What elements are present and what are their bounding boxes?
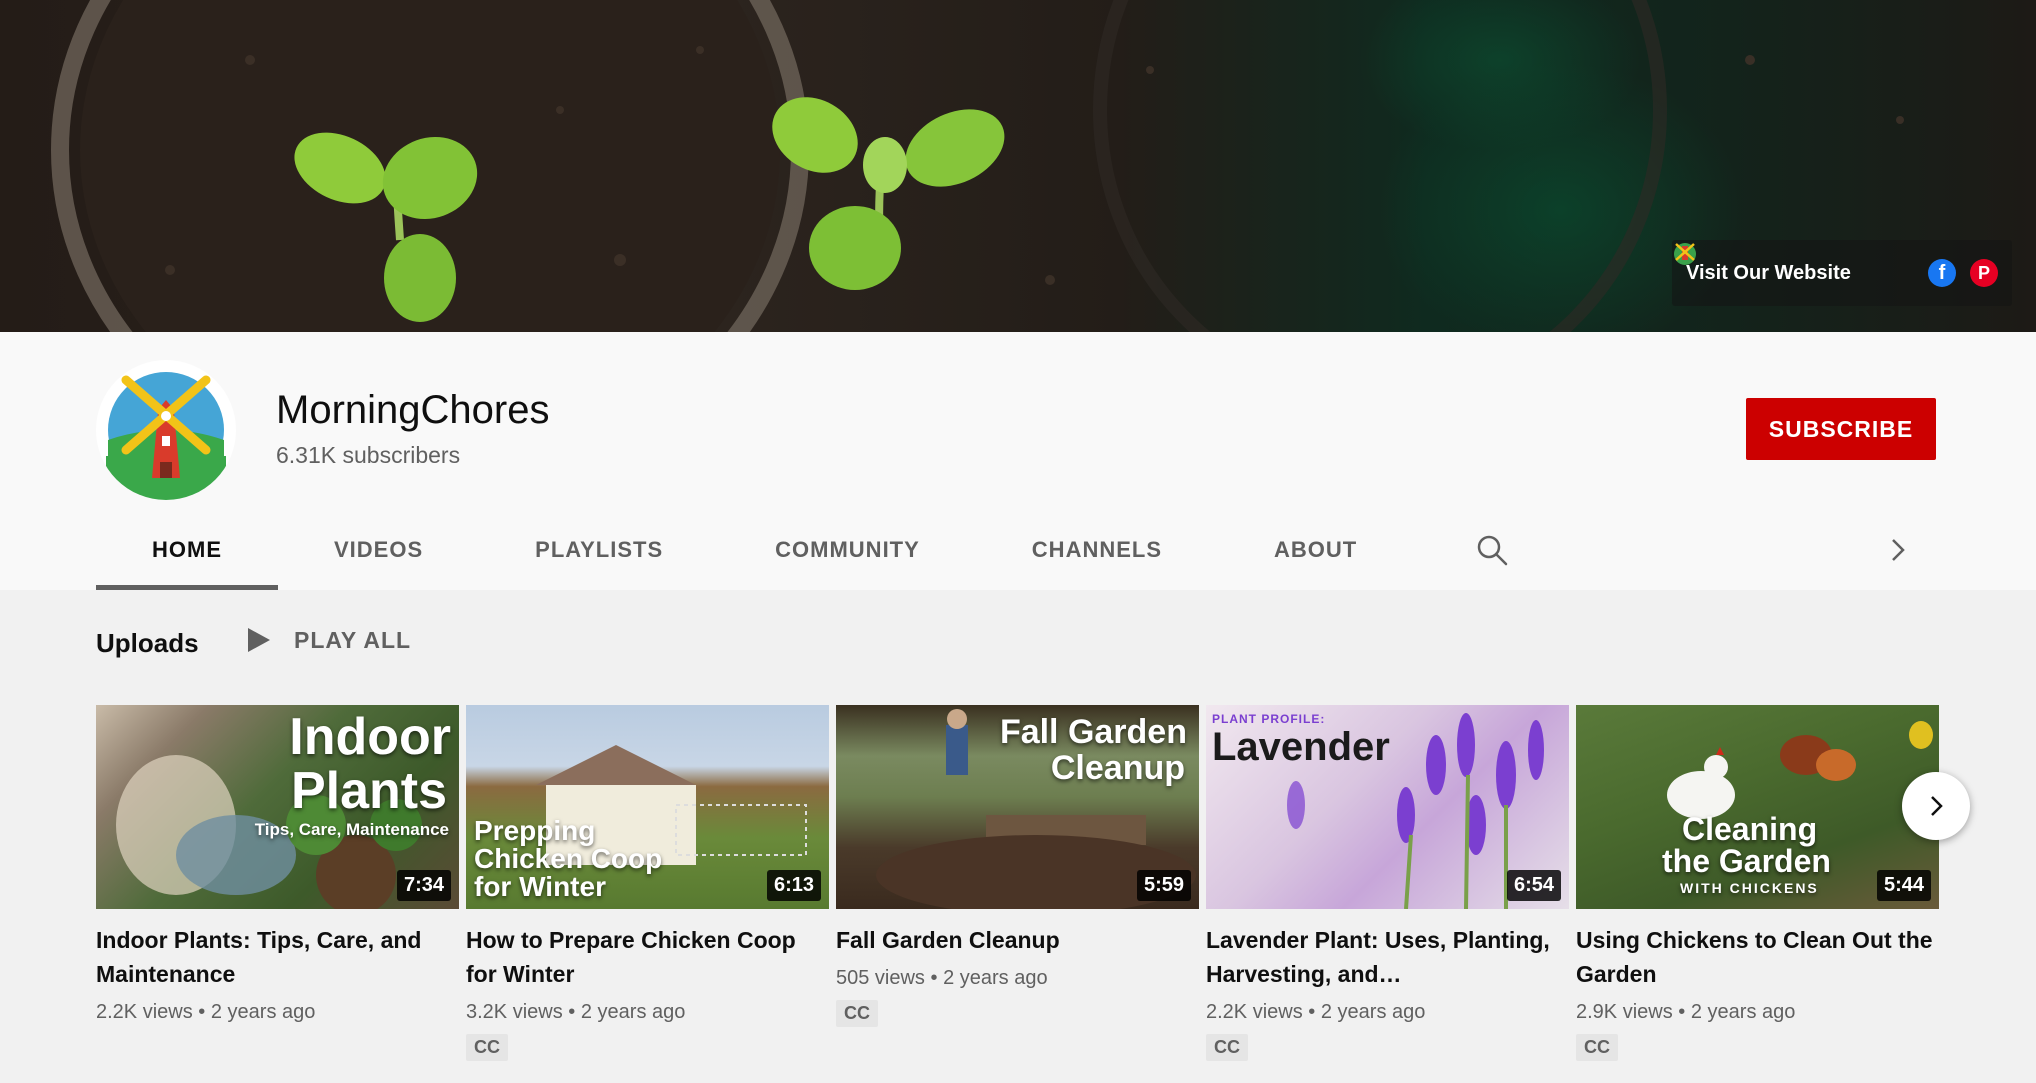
meta-separator: •	[930, 967, 938, 989]
cc-badge: CC	[836, 1000, 878, 1027]
thumbnail-title-line1: Fall Garden	[999, 713, 1187, 751]
channel-name: MorningChores	[276, 388, 550, 432]
meta-separator: •	[568, 1001, 576, 1023]
subscriber-count: 6.31K subscribers	[276, 442, 461, 468]
search-icon[interactable]	[1474, 532, 1510, 568]
cc-badge: CC	[1206, 1034, 1248, 1061]
thumbnail-title-line3: for Winter	[474, 871, 606, 902]
thumbnail-title-line1: Indoor	[289, 708, 451, 766]
thumbnail-title-line2: the Garden	[1662, 843, 1831, 879]
tab-playlists[interactable]: PLAYLISTS	[479, 510, 719, 590]
visit-website-label: Visit Our Website	[1686, 261, 1851, 284]
video-meta: 2.2K views • 2 years ago	[96, 1001, 459, 1024]
shelf-title: Uploads	[96, 628, 199, 658]
pinterest-icon[interactable]: P	[1970, 259, 1998, 287]
channel-header: MorningChores 6.31K subscribers SUBSCRIB…	[0, 332, 2036, 590]
website-favicon-icon	[1674, 243, 1696, 265]
tab-channels[interactable]: CHANNELS	[976, 510, 1218, 590]
video-title[interactable]: Lavender Plant: Uses, Planting, Harvesti…	[1206, 923, 1569, 991]
channel-avatar[interactable]	[96, 360, 236, 500]
thumbnail-title-line1: Cleaning	[1682, 811, 1818, 847]
video-meta: 2.9K views • 2 years ago	[1576, 1001, 1939, 1024]
cc-badge: CC	[1576, 1034, 1618, 1061]
facebook-icon[interactable]: f	[1928, 259, 1956, 287]
tab-community[interactable]: COMMUNITY	[719, 510, 976, 590]
video-duration: 6:13	[766, 870, 821, 901]
video-shelf: Indoor Plants Tips, Care, Maintenance 7:…	[96, 705, 1939, 1061]
play-icon	[248, 628, 270, 652]
meta-separator: •	[1308, 1001, 1316, 1023]
view-count: 3.2K views	[466, 1001, 563, 1023]
channel-banner: Visit Our Website f P	[0, 0, 2036, 332]
thumbnail-title-line1: Prepping	[474, 815, 596, 846]
video-duration: 6:54	[1506, 870, 1561, 901]
video-thumbnail[interactable]: Indoor Plants Tips, Care, Maintenance 7:…	[96, 705, 459, 909]
thumbnail-title: Lavender	[1212, 725, 1390, 769]
banner-links: Visit Our Website f P	[1672, 240, 2012, 306]
view-count: 2.9K views	[1576, 1001, 1673, 1023]
video-title[interactable]: Fall Garden Cleanup	[836, 923, 1199, 957]
upload-age: 2 years ago	[943, 967, 1048, 989]
visit-website-link[interactable]: Visit Our Website	[1674, 243, 1914, 285]
thumbnail-title-line2: Cleanup	[1050, 749, 1185, 787]
video-card: Fall Garden Cleanup 5:59 Fall Garden Cle…	[836, 705, 1199, 1061]
shelf-next-button[interactable]	[1902, 772, 1970, 840]
home-content: Uploads PLAY ALL Indoor Plants Tips, Car…	[0, 590, 2036, 1083]
tab-videos[interactable]: VIDEOS	[278, 510, 479, 590]
video-meta: 3.2K views • 2 years ago	[466, 1001, 829, 1024]
upload-age: 2 years ago	[1690, 1001, 1796, 1023]
thumbnail-title-line2: Plants	[290, 762, 447, 820]
cc-badge: CC	[466, 1034, 508, 1061]
windmill-logo-icon	[106, 372, 226, 500]
subscribe-button[interactable]: SUBSCRIBE	[1746, 398, 1936, 460]
chevron-right-icon	[1931, 796, 1943, 816]
video-card: PLANT PROFILE: Lavender 6:54 Lavender Pl…	[1206, 705, 1569, 1061]
thumbnail-title-line2: Chicken Coop	[474, 843, 663, 874]
play-all-label: PLAY ALL	[294, 626, 412, 653]
tab-home[interactable]: HOME	[96, 510, 278, 590]
video-meta: 505 views • 2 years ago	[836, 967, 1199, 990]
channel-tabs: HOME VIDEOS PLAYLISTS COMMUNITY CHANNELS…	[96, 510, 1413, 590]
video-card: Indoor Plants Tips, Care, Maintenance 7:…	[96, 705, 459, 1061]
video-title[interactable]: How to Prepare Chicken Coop for Winter	[466, 923, 829, 991]
meta-separator: •	[198, 1001, 206, 1023]
video-thumbnail[interactable]: Fall Garden Cleanup 5:59	[836, 705, 1199, 909]
thumbnail-subtitle: PLANT PROFILE:	[1212, 712, 1326, 726]
thumbnail-subtitle: WITH CHICKENS	[1680, 880, 1819, 896]
video-card: Prepping Chicken Coop for Winter 6:13 Ho…	[466, 705, 829, 1061]
play-all-button[interactable]: PLAY ALL	[246, 626, 411, 654]
video-meta: 2.2K views • 2 years ago	[1206, 1001, 1569, 1024]
video-title[interactable]: Using Chickens to Clean Out the Garden	[1576, 923, 1939, 991]
video-duration: 5:44	[1876, 870, 1931, 901]
view-count: 2.2K views	[96, 1001, 193, 1023]
chevron-right-icon[interactable]	[1880, 532, 1916, 568]
meta-separator: •	[1678, 1001, 1686, 1023]
tab-about[interactable]: ABOUT	[1218, 510, 1413, 590]
view-count: 2.2K views	[1206, 1001, 1303, 1023]
video-title[interactable]: Indoor Plants: Tips, Care, and Maintenan…	[96, 923, 459, 991]
upload-age: 2 years ago	[1320, 1001, 1426, 1023]
video-thumbnail[interactable]: Cleaning the Garden WITH CHICKENS 5:44	[1576, 705, 1939, 909]
view-count: 505 views	[836, 967, 925, 989]
upload-age: 2 years ago	[580, 1001, 686, 1023]
upload-age: 2 years ago	[210, 1001, 316, 1023]
video-duration: 5:59	[1136, 870, 1191, 901]
video-card: Cleaning the Garden WITH CHICKENS 5:44 U…	[1576, 705, 1939, 1061]
thumbnail-subtitle: Tips, Care, Maintenance	[254, 820, 449, 839]
video-duration: 7:34	[396, 870, 451, 901]
video-thumbnail[interactable]: PLANT PROFILE: Lavender 6:54	[1206, 705, 1569, 909]
video-thumbnail[interactable]: Prepping Chicken Coop for Winter 6:13	[466, 705, 829, 909]
